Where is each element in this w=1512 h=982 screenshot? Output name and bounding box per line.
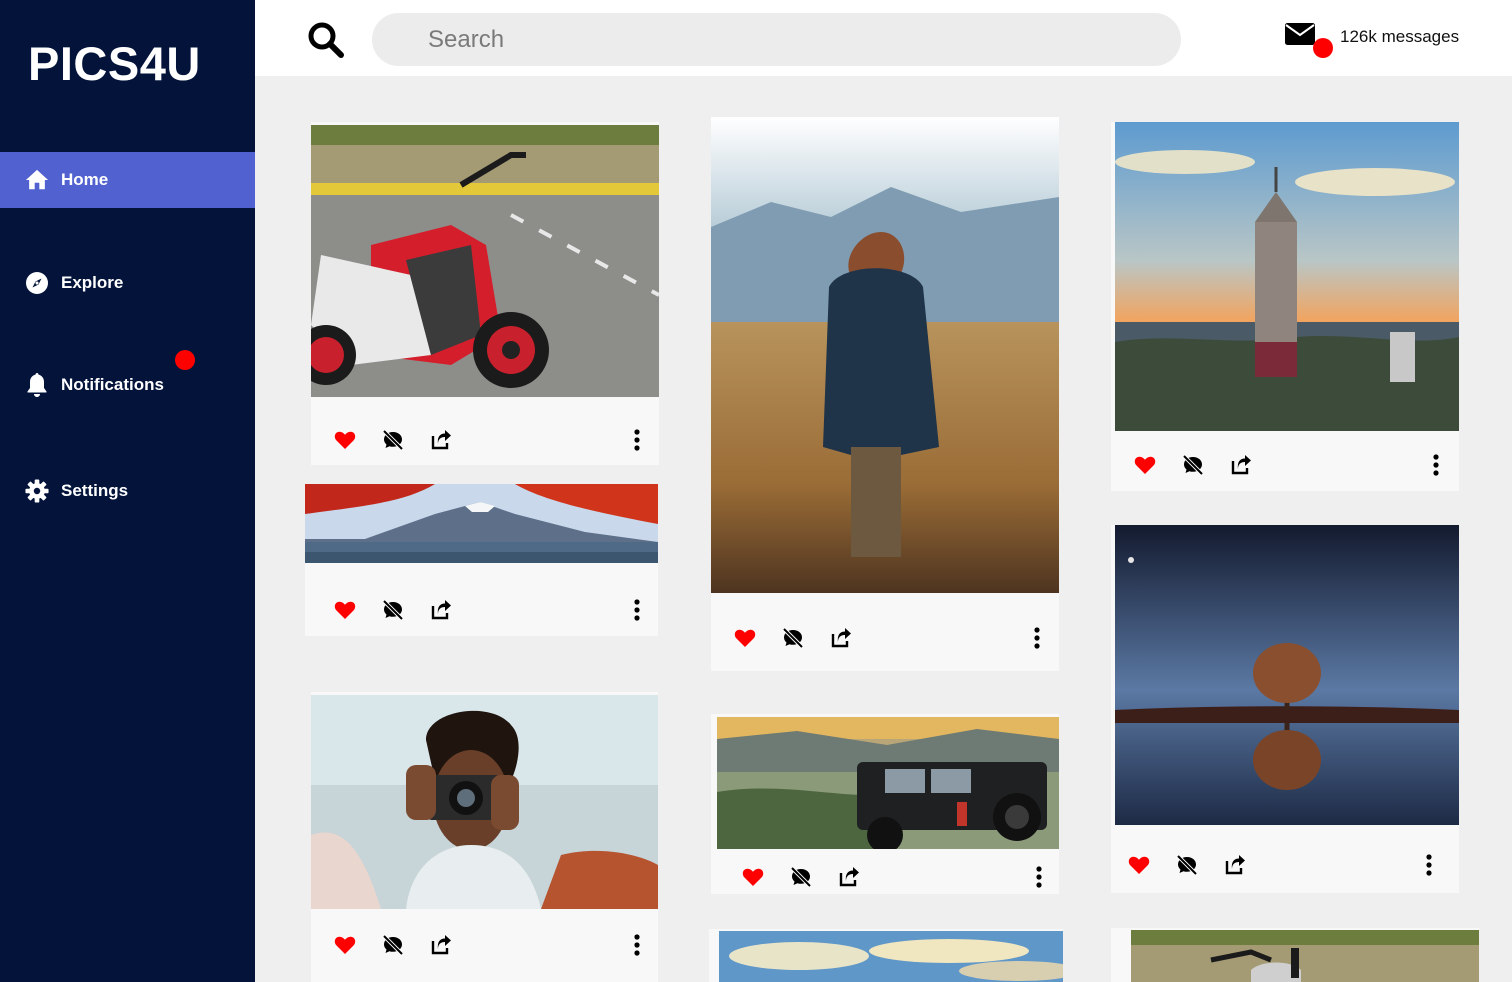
post-actions [711,856,1059,894]
post-actions [305,589,658,629]
post-card[interactable] [709,929,1063,982]
sidebar-item-label: Notifications [61,375,164,394]
share-icon[interactable] [429,598,453,622]
post-card[interactable] [1111,525,1459,893]
gear-icon [25,479,49,503]
more-options-icon[interactable] [1430,453,1442,477]
heart-icon[interactable] [1127,853,1151,877]
post-image[interactable] [717,717,1059,849]
heart-icon[interactable] [333,598,357,622]
post-actions [711,617,1059,657]
sidebar-item-label: Explore [61,273,124,292]
more-options-icon[interactable] [1031,626,1043,650]
comment-off-icon[interactable] [381,428,405,452]
more-options-icon[interactable] [631,933,643,957]
post-card[interactable] [711,714,1059,894]
post-image[interactable] [311,125,659,397]
post-card[interactable] [305,484,658,636]
post-image[interactable] [719,931,1063,982]
sidebar-item-settings[interactable]: Settings [0,463,255,519]
heart-icon[interactable] [733,626,757,650]
share-icon[interactable] [429,428,453,452]
share-icon[interactable] [829,626,853,650]
post-card[interactable] [711,117,1059,671]
post-card[interactable] [1111,122,1459,491]
more-options-icon[interactable] [631,428,643,452]
sidebar-item-notifications[interactable]: Notifications [0,357,255,413]
heart-icon[interactable] [741,865,765,889]
sidebar-item-home[interactable]: Home [0,152,255,208]
post-image[interactable] [1115,122,1459,431]
post-image[interactable] [1115,525,1459,825]
more-options-icon[interactable] [1423,853,1435,877]
share-icon[interactable] [429,933,453,957]
post-image[interactable] [311,695,658,909]
more-options-icon[interactable] [1033,865,1045,889]
notification-badge [175,350,195,370]
search-icon[interactable] [306,20,346,60]
post-image[interactable] [1131,930,1479,982]
heart-icon[interactable] [333,428,357,452]
compass-icon [25,271,49,295]
sidebar-item-label: Home [61,170,109,189]
share-icon[interactable] [1229,453,1253,477]
post-actions [311,419,659,459]
post-image[interactable] [711,117,1059,593]
messages-badge [1313,38,1333,58]
comment-off-icon[interactable] [789,865,813,889]
comment-off-icon[interactable] [1181,453,1205,477]
post-card[interactable] [311,122,659,465]
home-icon [25,168,49,192]
sidebar: PICS4U Home Explore Notifications Settin… [0,0,255,982]
post-actions [311,924,658,964]
heart-icon[interactable] [333,933,357,957]
post-card[interactable] [1111,928,1479,982]
messages-count[interactable]: 126k messages [1340,27,1459,47]
post-image[interactable] [305,484,658,563]
search-input[interactable] [372,13,1181,66]
comment-off-icon[interactable] [1175,853,1199,877]
heart-icon[interactable] [1133,453,1157,477]
post-card[interactable] [311,692,658,982]
share-icon[interactable] [837,865,861,889]
app-logo: PICS4U [28,37,201,90]
bell-icon [25,373,49,397]
comment-off-icon[interactable] [381,598,405,622]
more-options-icon[interactable] [631,598,643,622]
comment-off-icon[interactable] [381,933,405,957]
post-actions [1111,844,1459,884]
mail-icon[interactable] [1284,22,1316,46]
comment-off-icon[interactable] [781,626,805,650]
share-icon[interactable] [1223,853,1247,877]
sidebar-item-explore[interactable]: Explore [0,255,255,311]
sidebar-item-label: Settings [61,481,129,500]
post-actions [1111,444,1459,484]
